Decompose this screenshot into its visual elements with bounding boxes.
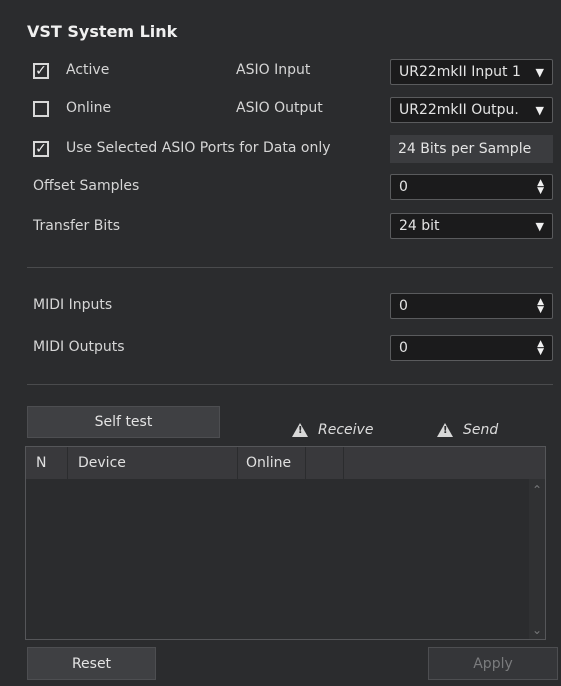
asio-input-dropdown[interactable]: UR22mkII Input 1 ▼ <box>390 59 553 85</box>
midi-inputs-stepper[interactable]: 0 ▲ ▼ <box>390 293 553 319</box>
asio-output-dropdown[interactable]: UR22mkII Outpu. ▼ <box>390 97 553 123</box>
active-checkbox[interactable]: ✓ <box>33 63 49 79</box>
offset-samples-stepper[interactable]: 0 ▲ ▼ <box>390 174 553 200</box>
midi-outputs-value: 0 <box>399 340 408 356</box>
table-header: N Device Online <box>26 447 545 479</box>
check-icon: ✓ <box>35 141 47 157</box>
spin-down-icon: ▼ <box>537 347 544 357</box>
column-header-extra[interactable] <box>306 447 344 479</box>
use-selected-ports-checkbox[interactable]: ✓ <box>33 141 49 157</box>
transfer-bits-label: Transfer Bits <box>33 218 121 234</box>
chevron-down-icon: ▼ <box>535 219 544 233</box>
chevron-down-icon: ▼ <box>535 65 544 79</box>
spin-arrows-icon: ▲ ▼ <box>537 340 544 357</box>
send-label: Send <box>463 422 499 438</box>
use-selected-ports-label: Use Selected ASIO Ports for Data only <box>66 140 331 156</box>
self-test-button[interactable]: Self test <box>27 406 220 438</box>
column-header-n[interactable]: N <box>26 447 68 479</box>
bits-per-sample-display: 24 Bits per Sample <box>390 135 553 163</box>
spin-down-icon: ▼ <box>537 186 544 196</box>
column-header-online[interactable]: Online <box>238 447 306 479</box>
asio-output-label: ASIO Output <box>236 100 323 116</box>
divider <box>27 384 553 385</box>
midi-inputs-label: MIDI Inputs <box>33 297 113 313</box>
asio-input-label: ASIO Input <box>236 62 311 78</box>
online-checkbox[interactable] <box>33 101 49 117</box>
asio-input-value: UR22mkII Input 1 <box>399 64 521 80</box>
device-table: N Device Online ⌃ ⌄ <box>25 446 546 640</box>
chevron-down-icon: ▼ <box>535 103 544 117</box>
vertical-scrollbar[interactable]: ⌃ ⌄ <box>529 479 545 639</box>
panel-title: VST System Link <box>27 22 178 41</box>
divider <box>27 267 553 268</box>
send-indicator: Send <box>437 422 498 438</box>
scroll-up-icon[interactable]: ⌃ <box>529 483 545 497</box>
warning-icon <box>292 423 308 437</box>
asio-output-value: UR22mkII Outpu. <box>399 102 519 118</box>
column-header-device[interactable]: Device <box>68 447 238 479</box>
receive-indicator: Receive <box>292 422 373 438</box>
active-label: Active <box>66 62 110 78</box>
offset-samples-label: Offset Samples <box>33 178 140 194</box>
warning-icon <box>437 423 453 437</box>
midi-outputs-label: MIDI Outputs <box>33 339 125 355</box>
midi-inputs-value: 0 <box>399 298 408 314</box>
check-icon: ✓ <box>35 63 47 79</box>
transfer-bits-value: 24 bit <box>399 218 440 234</box>
scroll-down-icon[interactable]: ⌄ <box>529 623 545 637</box>
online-label: Online <box>66 100 112 116</box>
midi-outputs-stepper[interactable]: 0 ▲ ▼ <box>390 335 553 361</box>
receive-label: Receive <box>318 422 374 438</box>
spin-down-icon: ▼ <box>537 305 544 315</box>
spin-arrows-icon: ▲ ▼ <box>537 298 544 315</box>
reset-button[interactable]: Reset <box>27 647 156 680</box>
spin-arrows-icon: ▲ ▼ <box>537 179 544 196</box>
apply-button[interactable]: Apply <box>428 647 558 680</box>
transfer-bits-dropdown[interactable]: 24 bit ▼ <box>390 213 553 239</box>
column-header-extra[interactable] <box>344 447 529 479</box>
offset-samples-value: 0 <box>399 179 408 195</box>
